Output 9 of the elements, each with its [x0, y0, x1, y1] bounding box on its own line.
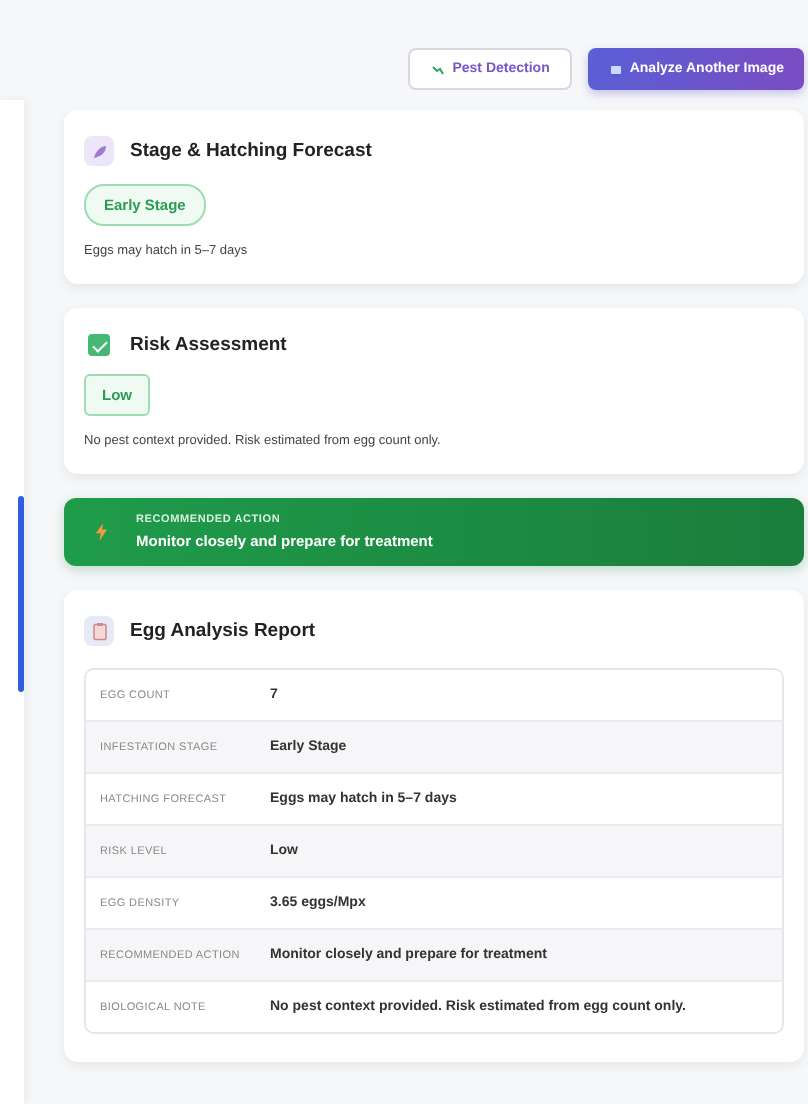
chart-icon	[430, 61, 447, 77]
card-title: Stage & Hatching Forecast	[130, 140, 372, 162]
card-title: Egg Analysis Report	[130, 620, 316, 642]
image-icon	[607, 61, 624, 77]
card-title: Risk Assessment	[130, 334, 287, 356]
bolt-icon	[92, 520, 112, 544]
leaf-icon	[84, 136, 114, 166]
checkbox[interactable]	[88, 334, 110, 356]
clipboard-icon	[84, 616, 114, 646]
